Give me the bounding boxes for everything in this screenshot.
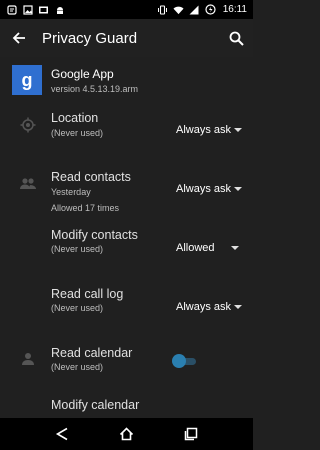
permission-row-modify-contacts[interactable]: Modify contacts (Never used) Allowed [0, 221, 253, 280]
app-icon: g [12, 65, 42, 95]
app-name: Google App [51, 66, 114, 81]
permission-usage-count: Allowed 17 times [51, 203, 120, 213]
permission-title: Read call log [51, 287, 124, 301]
people-icon [18, 174, 38, 194]
permission-dropdown[interactable]: Always ask [176, 183, 243, 195]
vibrate-icon [157, 4, 168, 15]
permission-status: (Never used) [51, 303, 104, 313]
permission-row-read-contacts[interactable]: Read contacts Yesterday Allowed 17 times… [0, 162, 253, 221]
permission-row-read-calendar[interactable]: Read calendar (Never used) [0, 339, 253, 398]
permission-title: Modify contacts [51, 228, 138, 242]
android-icon [54, 4, 65, 15]
permission-value: Allowed [176, 242, 215, 254]
navigation-bar [0, 418, 253, 450]
permission-title: Location [51, 111, 99, 125]
permission-dropdown[interactable]: Always ask [176, 124, 243, 136]
location-icon [18, 115, 38, 135]
permission-status: (Never used) [51, 362, 104, 372]
status-right-icons: 16:11 [157, 4, 247, 15]
notification-icon [6, 4, 17, 15]
toolbar: Privacy Guard [0, 19, 253, 57]
permission-row-read-call-log[interactable]: Read call log (Never used) Always ask [0, 280, 253, 339]
search-icon[interactable] [219, 19, 253, 57]
app-version: version 4.5.13.19.arm [51, 83, 139, 94]
permission-title: Read contacts [51, 170, 131, 184]
permission-title: Read calendar [51, 346, 133, 360]
app-header: g Google App version 4.5.13.19.arm [0, 57, 253, 103]
chevron-down-icon [234, 128, 243, 132]
status-left-icons [6, 4, 65, 15]
status-time: 16:11 [222, 4, 247, 15]
battery-icon [205, 4, 216, 15]
back-arrow-icon[interactable] [0, 19, 38, 57]
status-bar: 16:11 [0, 0, 253, 19]
permission-status: (Never used) [51, 244, 104, 254]
page-title: Privacy Guard [42, 29, 138, 47]
image-icon [22, 4, 33, 15]
nav-recents-icon[interactable] [177, 420, 205, 448]
permission-status: (Never used) [51, 128, 104, 138]
chevron-down-icon [234, 305, 243, 309]
wifi-icon [173, 4, 184, 15]
app-info: Google App version 4.5.13.19.arm [51, 67, 138, 94]
permission-dropdown[interactable]: Always ask [176, 301, 243, 313]
permission-value: Always ask [176, 301, 232, 313]
permission-value: Always ask [176, 183, 232, 195]
chevron-down-icon [230, 246, 239, 250]
cast-icon [38, 4, 49, 15]
permission-list: Location (Never used) Always ask Read co… [0, 103, 253, 438]
permission-value: Always ask [176, 124, 232, 136]
person-icon [18, 349, 38, 369]
permission-title: Modify calendar [51, 398, 140, 412]
signal-icon [189, 4, 200, 15]
permission-last-used: Yesterday [51, 187, 91, 197]
permission-row-location[interactable]: Location (Never used) Always ask [0, 103, 253, 162]
permission-toggle[interactable] [172, 354, 196, 368]
permission-dropdown[interactable]: Allowed [176, 242, 239, 254]
nav-home-icon[interactable] [112, 420, 140, 448]
toggle-thumb [172, 354, 186, 368]
chevron-down-icon [234, 187, 243, 191]
nav-back-icon[interactable] [48, 420, 76, 448]
